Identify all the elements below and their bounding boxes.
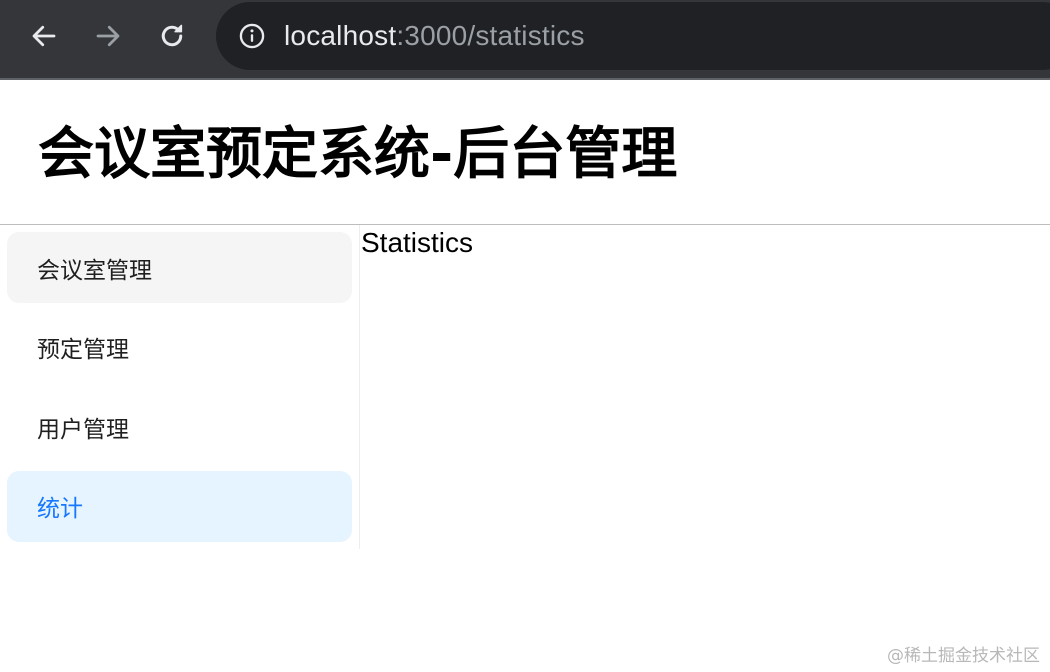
browser-toolbar: localhost:3000/statistics — [0, 0, 1050, 80]
url-text[interactable]: localhost:3000/statistics — [284, 20, 585, 52]
statistics-content: Statistics — [361, 227, 474, 258]
menu-item-statistics[interactable]: 统计 — [7, 470, 352, 542]
address-bar[interactable]: localhost:3000/statistics — [216, 2, 1050, 70]
site-info-button[interactable] — [238, 22, 266, 50]
info-icon — [239, 23, 265, 49]
page-title: 会议室预定系统-后台管理 — [38, 122, 678, 187]
reload-button[interactable] — [152, 16, 192, 56]
forward-button[interactable] — [88, 16, 128, 56]
watermark: @稀土掘金技术社区 — [887, 646, 1040, 666]
back-button[interactable] — [24, 16, 64, 56]
menu-item-booking[interactable]: 预定管理 — [7, 312, 352, 383]
menu-item-user[interactable]: 用户管理 — [7, 391, 352, 462]
sidebar-menu: 会议室管理 预定管理 用户管理 统计 — [0, 225, 360, 549]
menu-item-label: 用户管理 — [37, 416, 129, 443]
url-host: localhost — [284, 20, 397, 51]
menu-item-meeting-room[interactable]: 会议室管理 — [7, 232, 352, 303]
reload-icon — [161, 24, 183, 47]
menu-item-label: 统计 — [37, 496, 83, 522]
url-path: :3000/statistics — [396, 20, 585, 51]
menu-item-label: 会议室管理 — [37, 257, 152, 284]
page-header: 会议室预定系统-后台管理 — [0, 80, 1050, 225]
forward-arrow-icon — [96, 25, 120, 47]
back-arrow-icon — [32, 25, 56, 47]
menu-item-label: 预定管理 — [37, 337, 129, 363]
